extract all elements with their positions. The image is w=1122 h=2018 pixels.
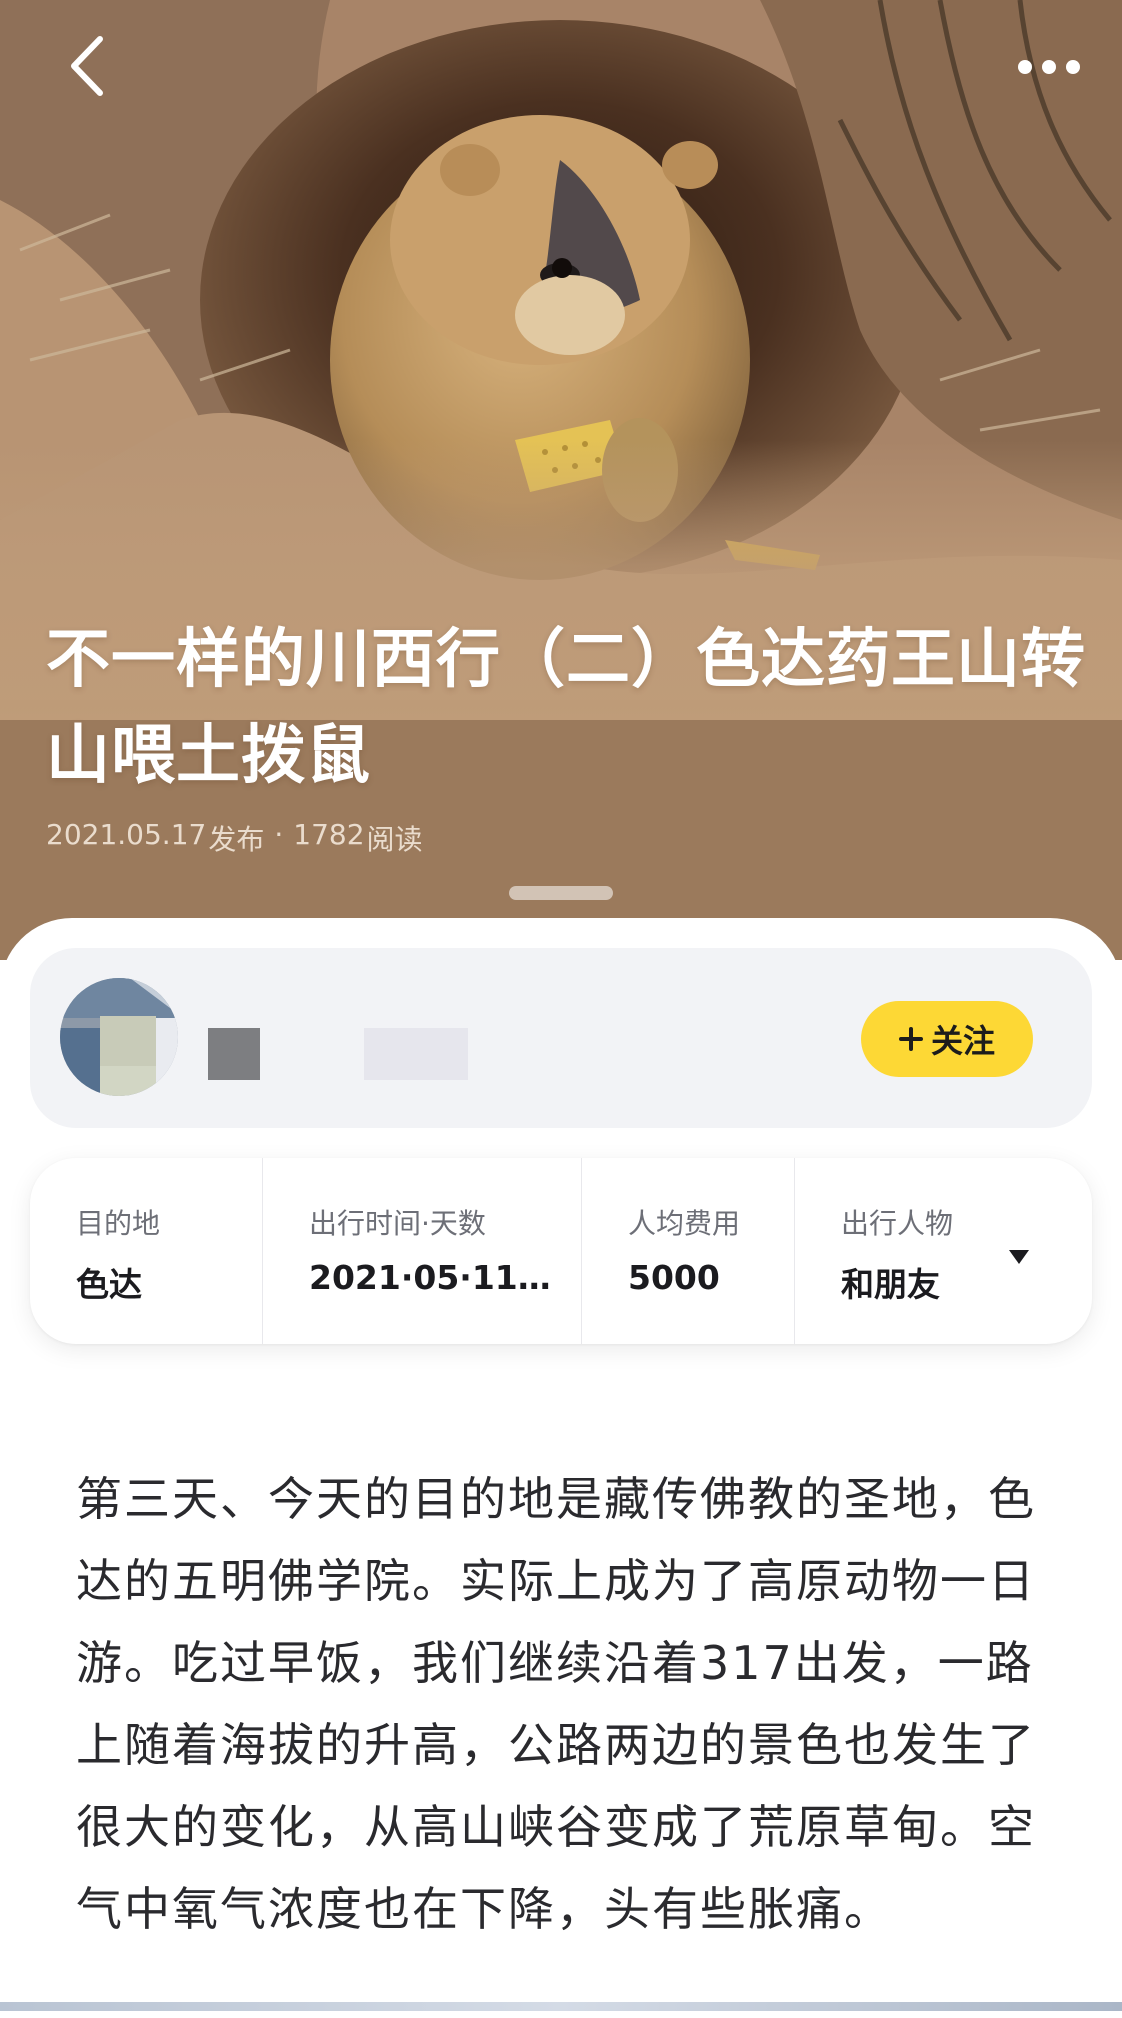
caret-down-icon — [1009, 1250, 1029, 1264]
article-body: 第三天、今天的目的地是藏传佛教的圣地，色达的五明佛学院。实际上成为了高原动物一日… — [76, 1472, 1036, 1936]
publish-date: 2021.05.17 — [46, 818, 207, 851]
cost-label: 人均费用 — [628, 1207, 741, 1240]
author-card[interactable]: 关注 — [30, 948, 1092, 1128]
more-button[interactable] — [1004, 40, 1094, 94]
expand-button[interactable] — [1002, 1240, 1036, 1274]
read-label: 阅读 — [366, 823, 423, 856]
meta-separator: · — [274, 818, 284, 851]
follow-button[interactable]: 关注 — [861, 1001, 1033, 1077]
trip-info-destination[interactable]: 目的地 色达 — [30, 1158, 263, 1344]
trip-info-date[interactable]: 出行时间·天数 2021·05·11 ·... — [263, 1158, 582, 1344]
read-count: 1782 — [293, 818, 365, 851]
drag-handle[interactable] — [509, 886, 613, 900]
chevron-left-icon — [71, 36, 103, 96]
trip-info-cost[interactable]: 人均费用 5000 — [582, 1158, 795, 1344]
hero-image — [0, 0, 1122, 960]
avatar-image — [60, 978, 178, 1096]
article-title: 不一样的川西行（二）色达药王山转山喂土拨鼠 — [46, 623, 1086, 793]
companions-label: 出行人物 — [841, 1207, 954, 1240]
publish-label: 发布 — [208, 823, 265, 856]
avatar[interactable] — [60, 978, 178, 1096]
date-label: 出行时间·天数 — [309, 1207, 486, 1240]
more-dots-icon — [1018, 60, 1080, 74]
article-meta: 2021.05.17 发布 · 1782 阅读 — [46, 818, 423, 858]
trip-info-companions[interactable]: 出行人物 和朋友 — [795, 1158, 1092, 1344]
trip-info-bar[interactable]: 目的地 色达 出行时间·天数 2021·05·11 ·... 人均费用 5000… — [30, 1158, 1092, 1344]
companions-value: 和朋友 — [841, 1265, 940, 1304]
destination-label: 目的地 — [76, 1207, 161, 1240]
author-name-redacted — [208, 1028, 260, 1080]
back-button[interactable] — [56, 28, 120, 104]
cost-value: 5000 — [628, 1258, 720, 1297]
date-value: 2021·05·11 ·... — [309, 1258, 559, 1297]
follow-label: 关注 — [930, 1022, 995, 1060]
author-tag-redacted — [364, 1028, 468, 1080]
destination-value: 色达 — [76, 1265, 142, 1304]
next-image-preview — [0, 2002, 1122, 2011]
plus-icon — [898, 1027, 923, 1051]
